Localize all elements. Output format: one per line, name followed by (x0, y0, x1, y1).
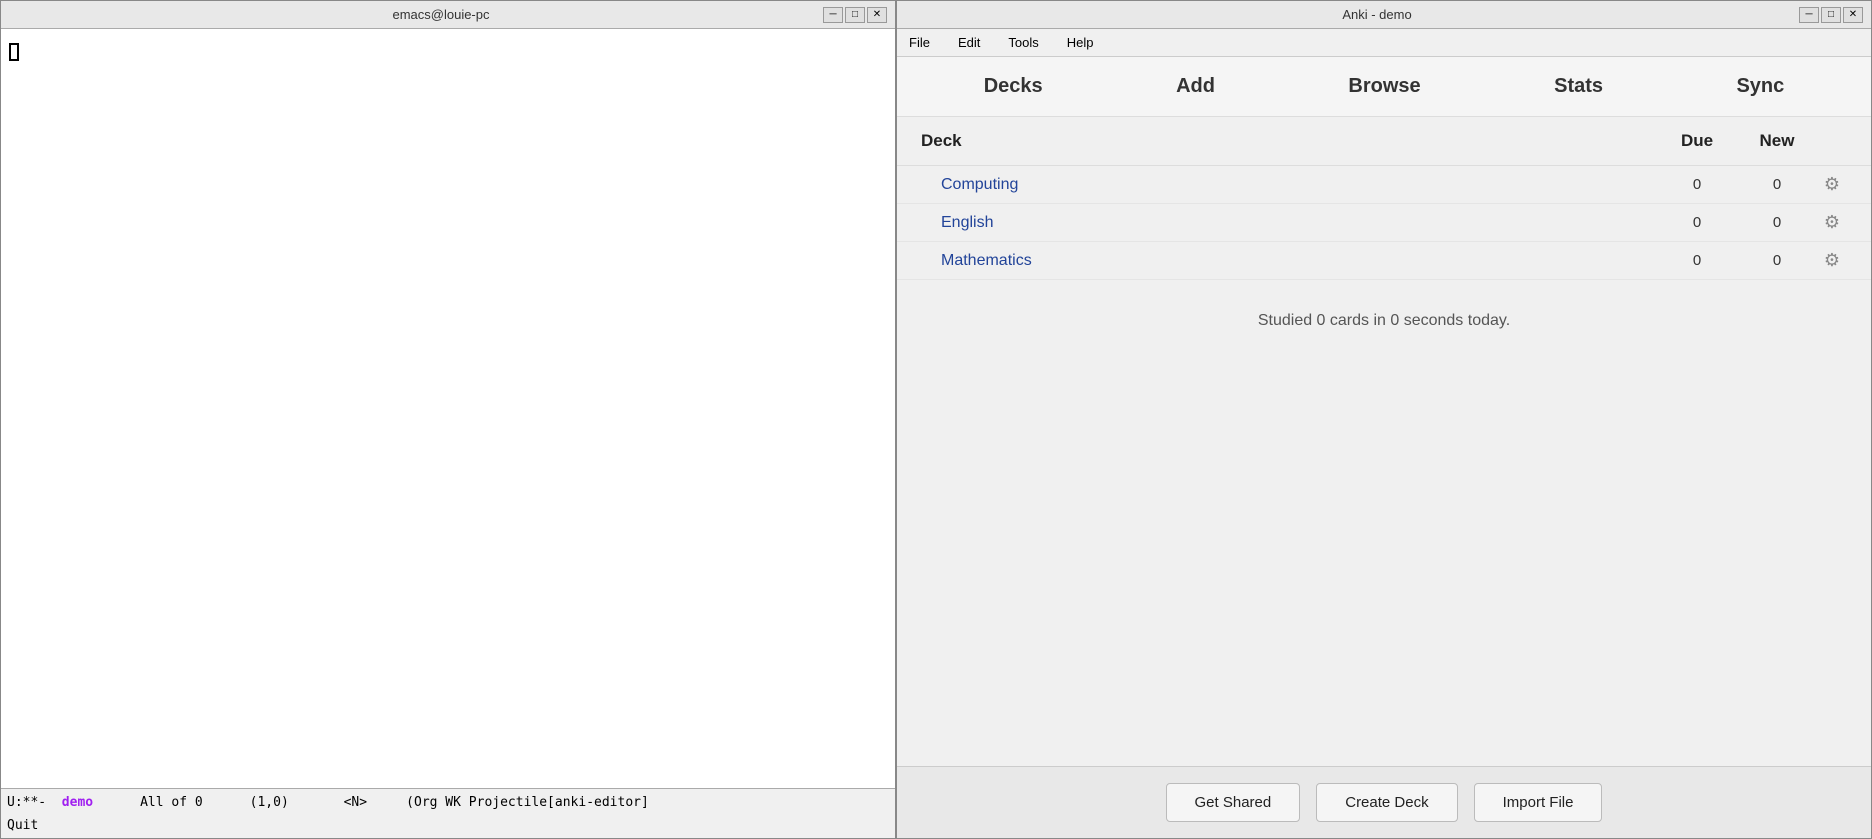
toolbar-sync-button[interactable]: Sync (1720, 71, 1800, 102)
emacs-status-buffername: demo (62, 795, 93, 810)
deck-list-item: English00⚙ (897, 204, 1871, 242)
menu-edit[interactable]: Edit (954, 33, 984, 52)
deck-list-item: Computing00⚙ (897, 166, 1871, 204)
deck-list: Computing00⚙English00⚙Mathematics00⚙ (897, 166, 1871, 280)
deck-name[interactable]: Computing (941, 176, 1657, 194)
deck-new-count: 0 (1737, 252, 1817, 269)
emacs-close-button[interactable]: ✕ (867, 7, 887, 23)
emacs-cursor (9, 43, 19, 61)
emacs-status-info: All of 0 (1,0) <N> (Org WK Projectile[an… (93, 795, 649, 810)
deck-col-header-new: New (1737, 131, 1817, 151)
deck-due-count: 0 (1657, 252, 1737, 269)
emacs-restore-button[interactable]: □ (845, 7, 865, 23)
menu-tools[interactable]: Tools (1004, 33, 1042, 52)
toolbar-browse-button[interactable]: Browse (1332, 71, 1436, 102)
studied-stats: Studied 0 cards in 0 seconds today. (897, 312, 1871, 330)
emacs-win-controls: ─ □ ✕ (823, 7, 887, 23)
emacs-minibuffer: Quit (1, 816, 895, 838)
toolbar-decks-button[interactable]: Decks (968, 71, 1059, 102)
toolbar-stats-button[interactable]: Stats (1538, 71, 1619, 102)
deck-col-header-due: Due (1657, 131, 1737, 151)
anki-menubar: File Edit Tools Help (897, 29, 1871, 57)
emacs-statusbar: U:**- demo All of 0 (1,0) <N> (Org WK Pr… (1, 788, 895, 816)
deck-col-header-deck: Deck (921, 131, 1657, 151)
deck-new-count: 0 (1737, 176, 1817, 193)
menu-file[interactable]: File (905, 33, 934, 52)
create-deck-button[interactable]: Create Deck (1316, 783, 1457, 822)
anki-win-controls: ─ □ ✕ (1799, 7, 1863, 23)
deck-new-count: 0 (1737, 214, 1817, 231)
anki-minimize-button[interactable]: ─ (1799, 7, 1819, 23)
anki-close-button[interactable]: ✕ (1843, 7, 1863, 23)
toolbar-add-button[interactable]: Add (1160, 71, 1231, 102)
anki-footer: Get Shared Create Deck Import File (897, 766, 1871, 838)
emacs-minimize-button[interactable]: ─ (823, 7, 843, 23)
deck-name[interactable]: English (941, 214, 1657, 232)
deck-due-count: 0 (1657, 176, 1737, 193)
emacs-window: emacs@louie-pc ─ □ ✕ U:**- demo All of 0… (0, 0, 896, 839)
emacs-status-mode: U:**- (7, 795, 62, 810)
anki-main-content: Deck Due New Computing00⚙English00⚙Mathe… (897, 117, 1871, 766)
deck-list-header: Deck Due New (897, 117, 1871, 166)
anki-restore-button[interactable]: □ (1821, 7, 1841, 23)
deck-due-count: 0 (1657, 214, 1737, 231)
anki-titlebar: Anki - demo ─ □ ✕ (897, 1, 1871, 29)
deck-options-gear-icon[interactable]: ⚙ (1817, 250, 1847, 271)
anki-window: Anki - demo ─ □ ✕ File Edit Tools Help D… (896, 0, 1872, 839)
import-file-button[interactable]: Import File (1474, 783, 1603, 822)
get-shared-button[interactable]: Get Shared (1166, 783, 1301, 822)
emacs-title: emacs@louie-pc (59, 7, 823, 22)
emacs-titlebar: emacs@louie-pc ─ □ ✕ (1, 1, 895, 29)
emacs-buffer[interactable] (1, 29, 895, 788)
deck-options-gear-icon[interactable]: ⚙ (1817, 212, 1847, 233)
deck-options-gear-icon[interactable]: ⚙ (1817, 174, 1847, 195)
anki-title: Anki - demo (955, 7, 1799, 22)
menu-help[interactable]: Help (1063, 33, 1098, 52)
deck-list-item: Mathematics00⚙ (897, 242, 1871, 280)
deck-name[interactable]: Mathematics (941, 252, 1657, 270)
anki-toolbar: Decks Add Browse Stats Sync (897, 57, 1871, 117)
